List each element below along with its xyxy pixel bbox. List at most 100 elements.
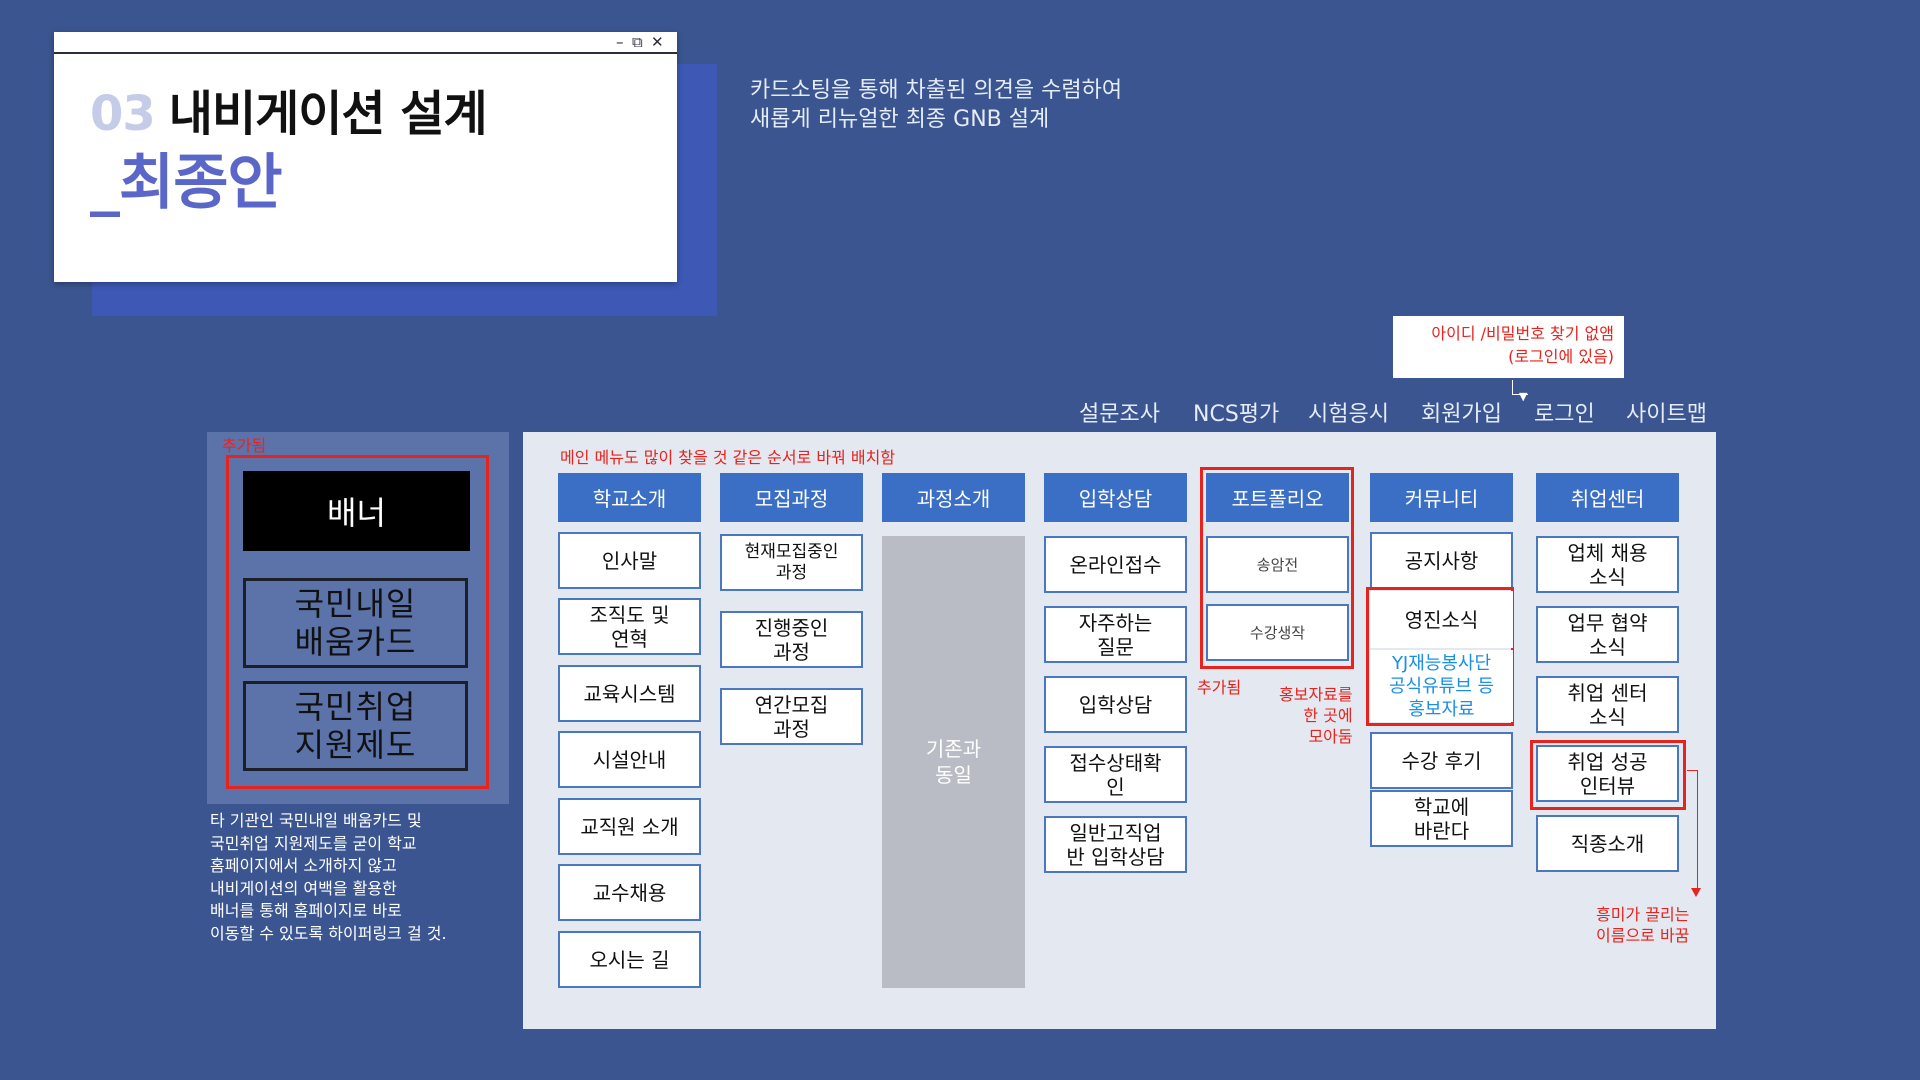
submenu-item[interactable]: 송암전 bbox=[1206, 536, 1349, 593]
login-tooltip: 아이디 /비밀번호 찾기 없앰 (로그인에 있음) bbox=[1393, 316, 1624, 378]
close-icon[interactable]: ✕ bbox=[651, 33, 664, 51]
promo-line: 홍보자료 bbox=[1408, 698, 1475, 720]
submenu-item[interactable]: 현재모집중인 과정 bbox=[720, 534, 863, 591]
util-signup-link[interactable]: 회원가입 bbox=[1421, 396, 1502, 428]
gnb-community[interactable]: 커뮤니티 bbox=[1370, 473, 1513, 522]
submenu-label: 공지사항 bbox=[1404, 548, 1479, 573]
gnb-career[interactable]: 취업센터 bbox=[1536, 473, 1679, 522]
placeholder-line: 기존과 bbox=[925, 737, 982, 761]
promo-note: 홍보자료를 한 곳에 모아둠 bbox=[1279, 684, 1353, 747]
banner-learning-card[interactable]: 국민내일 배움카드 bbox=[243, 578, 468, 668]
submenu-label: 질문 bbox=[1097, 634, 1134, 659]
portfolio-added-label: 추가됨 bbox=[1197, 678, 1242, 697]
submenu-label: 진행중인 bbox=[754, 615, 829, 640]
gnb-recruit[interactable]: 모집과정 bbox=[720, 473, 863, 522]
submenu-item[interactable]: 업체 채용 소식 bbox=[1536, 536, 1679, 593]
submenu-item[interactable]: 인사말 bbox=[558, 532, 701, 589]
submenu-item[interactable]: 교육시스템 bbox=[558, 665, 701, 722]
submenu-item[interactable]: 일반고직업 반 입학상담 bbox=[1044, 816, 1187, 873]
submenu-label: 조직도 및 bbox=[589, 602, 670, 627]
submenu-label: 수강 후기 bbox=[1401, 748, 1482, 773]
submenu-label: 현재모집중인 bbox=[744, 541, 839, 562]
util-survey-link[interactable]: 설문조사 bbox=[1079, 396, 1160, 428]
page-subtitle: _최종안 bbox=[90, 148, 283, 218]
submenu-item[interactable]: 연간모집 과정 bbox=[720, 688, 863, 745]
submenu-item[interactable]: 교직원 소개 bbox=[558, 798, 701, 855]
restore-icon[interactable]: ⧉ bbox=[632, 33, 643, 51]
promo-note-line: 홍보자료를 bbox=[1279, 685, 1353, 704]
promo-materials[interactable]: YJ재능봉사단 공식유튜브 등 홍보자료 bbox=[1370, 650, 1513, 722]
submenu-label: 인 bbox=[1106, 774, 1125, 799]
banner-slot[interactable]: 배너 bbox=[243, 471, 470, 551]
submenu-item[interactable]: 학교에 바란다 bbox=[1370, 790, 1513, 847]
description-line: 새롭게 리뉴얼한 최종 GNB 설계 bbox=[750, 107, 1050, 132]
submenu-item[interactable]: 입학상담 bbox=[1044, 676, 1187, 733]
arrow-down-icon: ▼ bbox=[1519, 390, 1528, 403]
submenu-label: 온라인접수 bbox=[1069, 552, 1162, 577]
submenu-label: 연혁 bbox=[611, 626, 648, 651]
submenu-label: 인사말 bbox=[601, 548, 658, 573]
promo-note-line: 한 곳에 bbox=[1303, 706, 1353, 725]
submenu-label: 업무 협약 bbox=[1567, 610, 1648, 635]
submenu-item[interactable]: 시설안내 bbox=[558, 731, 701, 788]
submenu-item[interactable]: 공지사항 bbox=[1370, 532, 1513, 589]
util-login-link[interactable]: 로그인 bbox=[1534, 396, 1595, 428]
submenu-label: 교수채용 bbox=[592, 880, 667, 905]
rename-note-line: 이름으로 바꿈 bbox=[1596, 926, 1690, 945]
submenu-label: 연간모집 bbox=[754, 692, 829, 717]
submenu-item[interactable]: 영진소식 bbox=[1370, 591, 1513, 648]
window-title-bar: – ⧉ ✕ bbox=[54, 32, 677, 54]
course-intro-placeholder: 기존과 동일 bbox=[882, 536, 1025, 988]
submenu-label: 직종소개 bbox=[1570, 831, 1645, 856]
submenu-label: 수강생작 bbox=[1249, 623, 1306, 642]
submenu-item[interactable]: 교수채용 bbox=[558, 864, 701, 921]
gnb-school-intro[interactable]: 학교소개 bbox=[558, 473, 701, 522]
submenu-label: 영진소식 bbox=[1404, 607, 1479, 632]
util-sitemap-link[interactable]: 사이트맵 bbox=[1626, 396, 1707, 428]
title-card: – ⧉ ✕ 03 내비게이션 설계 _최종안 bbox=[54, 32, 677, 282]
rename-note: 흥미가 끌리는 이름으로 바꿈 bbox=[1596, 904, 1689, 946]
gnb-admission[interactable]: 입학상담 bbox=[1044, 473, 1187, 522]
submenu-label: 학교에 bbox=[1413, 794, 1470, 819]
banner-note: 타 기관인 국민내일 배움카드 및 국민취업 지원제도를 굳이 학교 홈페이지에… bbox=[210, 810, 447, 945]
util-ncs-link[interactable]: NCS평가 bbox=[1193, 396, 1279, 428]
submenu-item[interactable]: 업무 협약 소식 bbox=[1536, 606, 1679, 663]
submenu-label: 접수상태확 bbox=[1069, 750, 1162, 775]
submenu-item[interactable]: 직종소개 bbox=[1536, 815, 1679, 872]
submenu-label: 과정 bbox=[773, 716, 810, 741]
placeholder-line: 동일 bbox=[935, 763, 972, 787]
submenu-item[interactable]: 진행중인 과정 bbox=[720, 611, 863, 668]
submenu-item[interactable]: 수강생작 bbox=[1206, 604, 1349, 661]
added-label: 추가됨 bbox=[222, 436, 267, 455]
submenu-label: 인터뷰 bbox=[1579, 773, 1636, 798]
submenu-label: 소식 bbox=[1589, 634, 1626, 659]
submenu-item[interactable]: 온라인접수 bbox=[1044, 536, 1187, 593]
banner-card-line: 지원제도 bbox=[294, 726, 417, 764]
arrow-down-icon bbox=[1691, 888, 1701, 897]
util-exam-link[interactable]: 시험응시 bbox=[1308, 396, 1389, 428]
submenu-label: 업체 채용 bbox=[1567, 540, 1648, 565]
banner-card-line: 국민내일 bbox=[294, 585, 417, 623]
note-line: 국민취업 지원제도를 굳이 학교 bbox=[210, 833, 417, 853]
minimize-icon[interactable]: – bbox=[616, 33, 624, 51]
submenu-label: 과정 bbox=[775, 562, 808, 583]
submenu-item[interactable]: 조직도 및 연혁 bbox=[558, 598, 701, 655]
submenu-item[interactable]: 수강 후기 bbox=[1370, 732, 1513, 789]
submenu-item[interactable]: 취업 성공 인터뷰 bbox=[1536, 745, 1679, 802]
submenu-label: 반 입학상담 bbox=[1066, 844, 1165, 869]
submenu-item[interactable]: 접수상태확 인 bbox=[1044, 746, 1187, 803]
submenu-item[interactable]: 오시는 길 bbox=[558, 931, 701, 988]
note-line: 홈페이지에서 소개하지 않고 bbox=[210, 856, 397, 875]
submenu-item[interactable]: 자주하는 질문 bbox=[1044, 606, 1187, 663]
submenu-label: 교육시스템 bbox=[583, 681, 676, 706]
submenu-label: 일반고직업 bbox=[1069, 820, 1162, 845]
gnb-course-intro[interactable]: 과정소개 bbox=[882, 473, 1025, 522]
submenu-label: 자주하는 bbox=[1078, 610, 1153, 635]
submenu-label: 취업 센터 bbox=[1567, 680, 1648, 705]
submenu-item[interactable]: 취업 센터 소식 bbox=[1536, 676, 1679, 733]
banner-employment-card[interactable]: 국민취업 지원제도 bbox=[243, 681, 468, 771]
submenu-label: 입학상담 bbox=[1078, 692, 1153, 717]
submenu-label: 소식 bbox=[1589, 704, 1626, 729]
submenu-label: 교직원 소개 bbox=[580, 814, 679, 839]
submenu-label: 취업 성공 bbox=[1567, 749, 1648, 774]
